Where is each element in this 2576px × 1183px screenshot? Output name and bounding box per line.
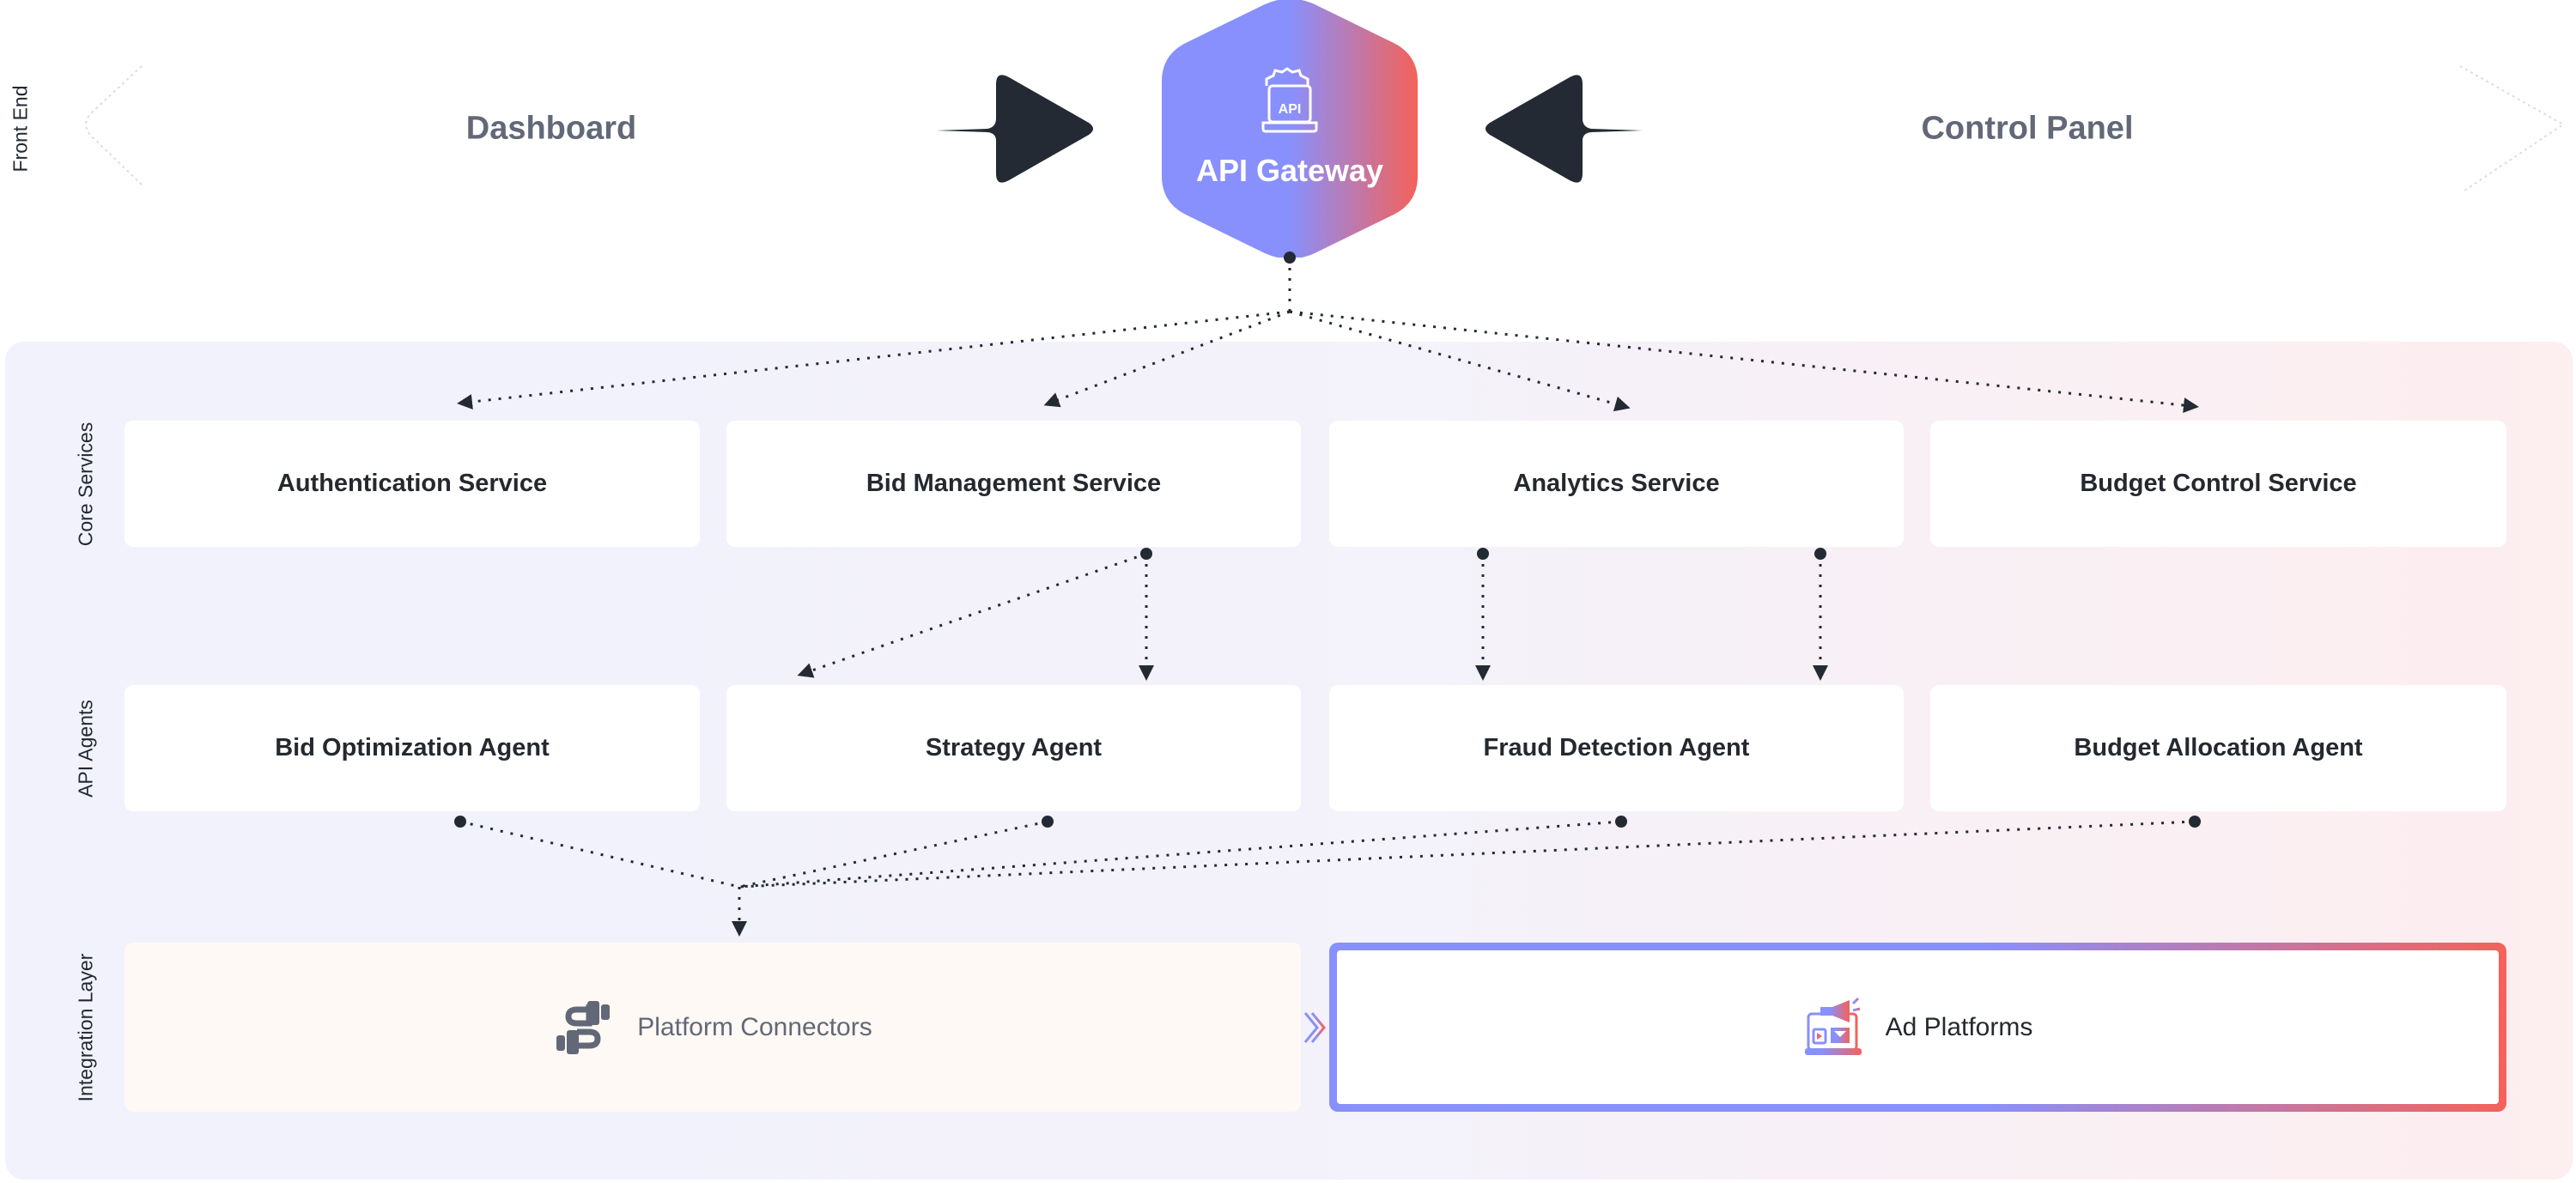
card-analytics-service[interactable]: Analytics Service — [1329, 421, 1904, 547]
api-gateway-node[interactable]: API API Gateway — [1162, 0, 1418, 258]
card-bid-optimization-agent[interactable]: Bid Optimization Agent — [125, 685, 700, 811]
card-ad-platforms[interactable]: Ad Platforms — [1329, 943, 2506, 1112]
platform-connectors-label: Platform Connectors — [637, 1012, 872, 1041]
left-arrow-icon — [1485, 75, 1643, 183]
card-authentication-service[interactable]: Authentication Service — [125, 421, 700, 547]
integration-layer-label: Integration Layer — [74, 953, 97, 1102]
megaphone-laptop-icon — [1804, 997, 1862, 1055]
api-gateway-title: API Gateway — [1195, 153, 1384, 188]
card-bid-management-service[interactable]: Bid Management Service — [726, 421, 1301, 547]
card-platform-connectors[interactable]: Platform Connectors — [125, 943, 1301, 1112]
card-fraud-detection-agent[interactable]: Fraud Detection Agent — [1329, 685, 1904, 811]
card-budget-control-service[interactable]: Budget Control Service — [1930, 421, 2506, 547]
core-services-label: Core Services — [74, 422, 97, 547]
api-icon-text: API — [1279, 102, 1302, 117]
plug-cable-icon — [556, 1000, 611, 1054]
right-arrow-icon — [936, 75, 1093, 183]
api-agents-label: API Agents — [74, 700, 97, 798]
ad-platforms-label: Ad Platforms — [1885, 1012, 2033, 1041]
card-strategy-agent[interactable]: Strategy Agent — [726, 685, 1301, 811]
card-budget-allocation-agent[interactable]: Budget Allocation Agent — [1930, 685, 2506, 811]
